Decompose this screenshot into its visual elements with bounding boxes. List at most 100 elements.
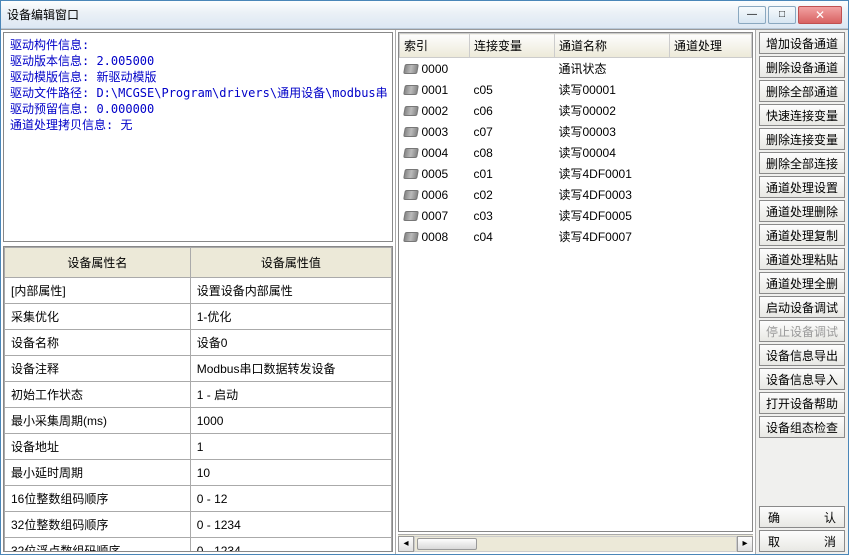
channel-icon [403,211,419,221]
channel-index: 0001 [400,79,470,100]
channel-var: c07 [470,121,555,142]
channel-icon [403,85,419,95]
channel-proc-paste-button[interactable]: 通道处理粘贴 [759,248,845,270]
delete-channel-button[interactable]: 删除设备通道 [759,56,845,78]
scroll-right-button[interactable]: ▸ [737,536,753,552]
channel-row[interactable]: 0005c01读写4DF0001 [400,163,752,184]
channel-var: c03 [470,205,555,226]
prop-col-value[interactable]: 设备属性值 [190,248,391,278]
lv-col-var[interactable]: 连接变量 [470,34,555,58]
channel-index: 0003 [400,121,470,142]
prop-value[interactable]: 设置设备内部属性 [190,278,391,304]
channel-index: 0007 [400,205,470,226]
channel-proc-copy-button[interactable]: 通道处理复制 [759,224,845,246]
device-edit-window: 设备编辑窗口 — □ ✕ 驱动构件信息: 驱动版本信息: 2.005000 驱动… [0,0,849,555]
delete-connect-var-button[interactable]: 删除连接变量 [759,128,845,150]
add-channel-button[interactable]: 增加设备通道 [759,32,845,54]
prop-name: 初始工作状态 [5,382,191,408]
prop-row[interactable]: 最小采集周期(ms)1000 [5,408,392,434]
property-grid-wrap: 设备属性名 设备属性值 [内部属性]设置设备内部属性采集优化1-优化设备名称设备… [3,246,393,552]
prop-name: 设备地址 [5,434,191,460]
prop-name: 设备名称 [5,330,191,356]
prop-row[interactable]: 16位整数组码顺序0 - 12 [5,486,392,512]
channel-row[interactable]: 0001c05读写00001 [400,79,752,100]
prop-value[interactable]: 1-优化 [190,304,391,330]
channel-name: 读写00004 [555,142,670,163]
prop-value[interactable]: 0 - 1234 [190,538,391,553]
channel-row[interactable]: 0006c02读写4DF0003 [400,184,752,205]
open-device-help-button[interactable]: 打开设备帮助 [759,392,845,414]
channel-row[interactable]: 0007c03读写4DF0005 [400,205,752,226]
cancel-label-r: 消 [824,533,836,550]
channel-row[interactable]: 0004c08读写00004 [400,142,752,163]
channel-var: c05 [470,79,555,100]
middle-pane: 索引 连接变量 通道名称 通道处理 0000通讯状态0001c05读写00001… [396,30,756,554]
lv-col-name[interactable]: 通道名称 [555,34,670,58]
prop-row[interactable]: 初始工作状态1 - 启动 [5,382,392,408]
channel-proc-set-button[interactable]: 通道处理设置 [759,176,845,198]
device-config-check-button[interactable]: 设备组态检查 [759,416,845,438]
prop-value[interactable]: 1 - 启动 [190,382,391,408]
channel-name: 读写4DF0001 [555,163,670,184]
prop-value[interactable]: 0 - 1234 [190,512,391,538]
device-info-import-button[interactable]: 设备信息导入 [759,368,845,390]
prop-value[interactable]: Modbus串口数据转发设备 [190,356,391,382]
delete-all-connect-button[interactable]: 删除全部连接 [759,152,845,174]
minimize-button[interactable]: — [738,6,766,24]
channel-icon [403,127,419,137]
property-grid[interactable]: 设备属性名 设备属性值 [内部属性]设置设备内部属性采集优化1-优化设备名称设备… [4,247,392,552]
prop-name: 16位整数组码顺序 [5,486,191,512]
prop-row[interactable]: 设备注释Modbus串口数据转发设备 [5,356,392,382]
channel-name: 读写4DF0007 [555,226,670,247]
channel-row[interactable]: 0003c07读写00003 [400,121,752,142]
device-info-export-button[interactable]: 设备信息导出 [759,344,845,366]
right-button-panel: 增加设备通道 删除设备通道 删除全部通道 快速连接变量 删除连接变量 删除全部连… [756,30,848,554]
prop-value[interactable]: 1 [190,434,391,460]
channel-index: 0005 [400,163,470,184]
maximize-button[interactable]: □ [768,6,796,24]
prop-name: [内部属性] [5,278,191,304]
channel-row[interactable]: 0008c04读写4DF0007 [400,226,752,247]
prop-name: 设备注释 [5,356,191,382]
channel-proc [670,163,752,184]
channel-proc [670,184,752,205]
prop-name: 32位整数组码顺序 [5,512,191,538]
channel-listview[interactable]: 索引 连接变量 通道名称 通道处理 0000通讯状态0001c05读写00001… [399,33,752,247]
channel-proc-delall-button[interactable]: 通道处理全删 [759,272,845,294]
ok-button[interactable]: 确 认 [759,506,845,528]
delete-all-channels-button[interactable]: 删除全部通道 [759,80,845,102]
scroll-track[interactable] [414,536,737,552]
prop-value[interactable]: 1000 [190,408,391,434]
lv-col-index[interactable]: 索引 [400,34,470,58]
channel-proc [670,100,752,121]
scroll-thumb[interactable] [417,538,477,550]
window-title: 设备编辑窗口 [7,6,738,23]
horizontal-scrollbar[interactable]: ◂ ▸ [398,534,753,552]
prop-row[interactable]: 32位浮点数组码顺序0 - 1234 [5,538,392,553]
channel-name: 读写00002 [555,100,670,121]
prop-row[interactable]: 设备名称设备0 [5,330,392,356]
channel-var: c08 [470,142,555,163]
titlebar[interactable]: 设备编辑窗口 — □ ✕ [1,1,848,29]
start-debug-button[interactable]: 启动设备调试 [759,296,845,318]
prop-value[interactable]: 设备0 [190,330,391,356]
cancel-button[interactable]: 取 消 [759,530,845,552]
close-button[interactable]: ✕ [798,6,842,24]
channel-icon [403,169,419,179]
prop-row[interactable]: [内部属性]设置设备内部属性 [5,278,392,304]
prop-row[interactable]: 最小延时周期10 [5,460,392,486]
channel-proc [670,226,752,247]
lv-col-proc[interactable]: 通道处理 [670,34,752,58]
prop-value[interactable]: 0 - 12 [190,486,391,512]
prop-col-name[interactable]: 设备属性名 [5,248,191,278]
quick-connect-var-button[interactable]: 快速连接变量 [759,104,845,126]
prop-row[interactable]: 采集优化1-优化 [5,304,392,330]
scroll-left-button[interactable]: ◂ [398,536,414,552]
prop-row[interactable]: 32位整数组码顺序0 - 1234 [5,512,392,538]
channel-var [470,58,555,80]
prop-value[interactable]: 10 [190,460,391,486]
channel-proc-del-button[interactable]: 通道处理删除 [759,200,845,222]
channel-row[interactable]: 0002c06读写00002 [400,100,752,121]
channel-row[interactable]: 0000通讯状态 [400,58,752,80]
prop-row[interactable]: 设备地址1 [5,434,392,460]
